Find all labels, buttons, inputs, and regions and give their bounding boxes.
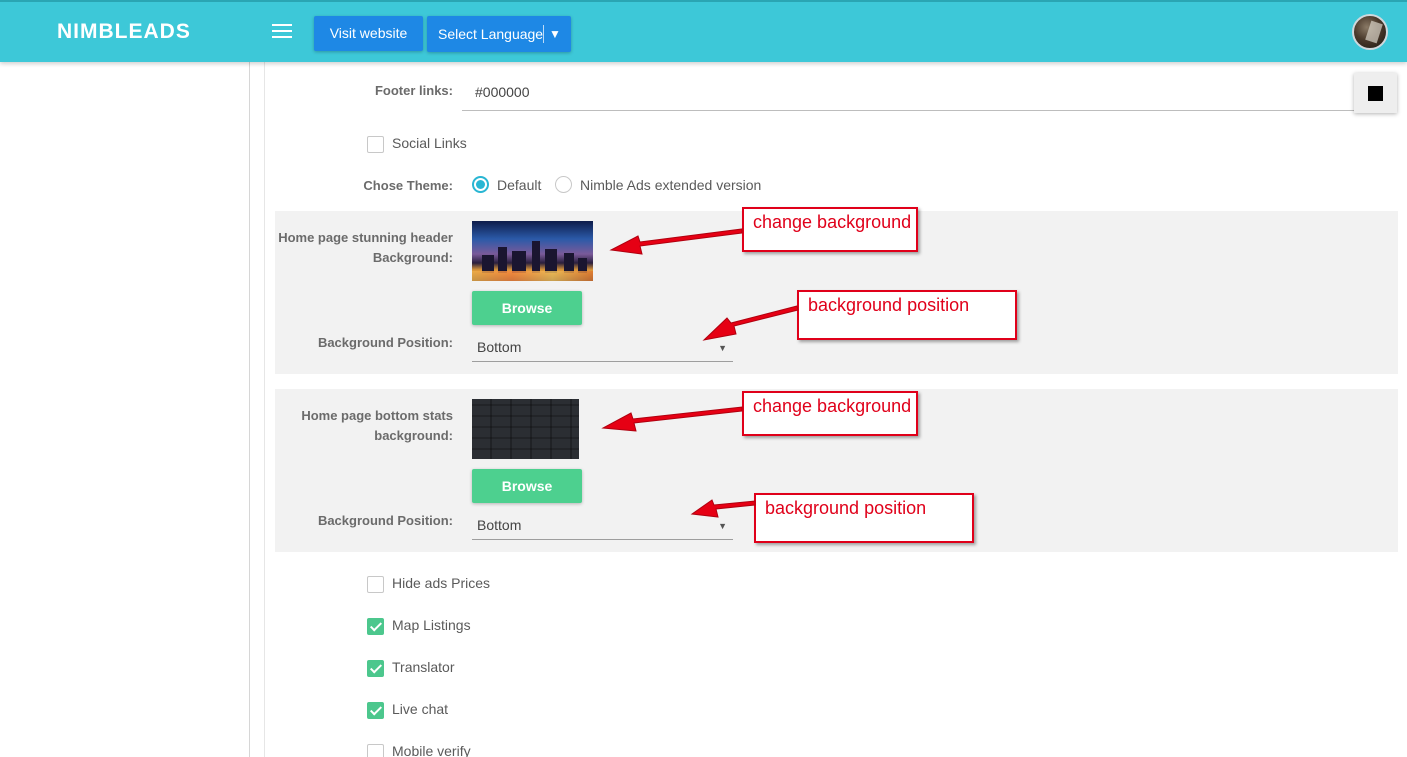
footer-links-input[interactable]: #000000	[462, 76, 1357, 111]
bg-position-select-1[interactable]: Bottom ▼	[472, 332, 733, 362]
annotation-background-position-2: background position	[754, 493, 974, 543]
map-listings-checkbox[interactable]	[367, 618, 384, 635]
theme-extended-label: Nimble Ads extended version	[580, 177, 762, 193]
live-chat-checkbox[interactable]	[367, 702, 384, 719]
theme-default-radio[interactable]	[472, 176, 489, 193]
visit-website-button[interactable]: Visit website	[314, 16, 423, 51]
annotation-background-position-1: background position	[797, 290, 1017, 340]
bg-position-select-2[interactable]: Bottom ▼	[472, 510, 733, 540]
avatar[interactable]	[1352, 14, 1388, 50]
mobile-verify-label: Mobile verify	[392, 743, 471, 757]
select-language-button[interactable]: Select Language ▼	[427, 16, 571, 52]
bg-position-label-2: Background Position:	[317, 513, 453, 528]
color-swatch-button[interactable]	[1354, 73, 1397, 113]
color-swatch-icon	[1368, 86, 1383, 101]
bg-position-label-1: Background Position:	[317, 335, 453, 350]
app-root: NIMBLEADS Visit website Select Language …	[0, 0, 1407, 757]
bg-position-value-2: Bottom	[477, 517, 522, 533]
select-language-label: Select Language	[438, 26, 544, 42]
footer-links-label: Footer links:	[374, 83, 453, 98]
header-background-preview	[472, 221, 593, 281]
translator-checkbox[interactable]	[367, 660, 384, 677]
annotation-change-background-1: change background	[742, 207, 918, 252]
bottom-stats-background-preview	[472, 399, 579, 459]
mobile-verify-checkbox[interactable]	[367, 744, 384, 757]
live-chat-label: Live chat	[392, 701, 449, 717]
divider	[543, 25, 544, 43]
theme-default-label: Default	[497, 177, 542, 193]
hide-ads-prices-label: Hide ads Prices	[392, 575, 491, 591]
browse-header-bg-button[interactable]: Browse	[472, 291, 582, 325]
social-links-label: Social Links	[392, 135, 467, 151]
dropdown-arrow-icon: ▼	[718, 343, 727, 353]
annotation-change-background-2: change background	[742, 391, 918, 436]
theme-extended-radio[interactable]	[555, 176, 572, 193]
dropdown-arrow-icon: ▼	[718, 521, 727, 531]
translator-label: Translator	[392, 659, 455, 675]
brand-logo[interactable]: NIMBLEADS	[57, 20, 191, 44]
top-bar: NIMBLEADS Visit website Select Language …	[0, 0, 1407, 62]
theme-label: Chose Theme:	[363, 178, 453, 193]
sidebar	[0, 62, 250, 757]
map-listings-label: Map Listings	[392, 617, 471, 633]
home-bottom-bg-label: Home page bottom stats background:	[301, 408, 453, 443]
social-links-checkbox[interactable]	[367, 136, 384, 153]
browse-bottom-bg-button[interactable]: Browse	[472, 469, 582, 503]
chevron-down-icon: ▼	[549, 27, 561, 41]
bg-position-value-1: Bottom	[477, 339, 522, 355]
hide-ads-prices-checkbox[interactable]	[367, 576, 384, 593]
menu-icon[interactable]	[272, 24, 292, 40]
home-header-bg-label: Home page stunning header Background:	[278, 230, 453, 265]
